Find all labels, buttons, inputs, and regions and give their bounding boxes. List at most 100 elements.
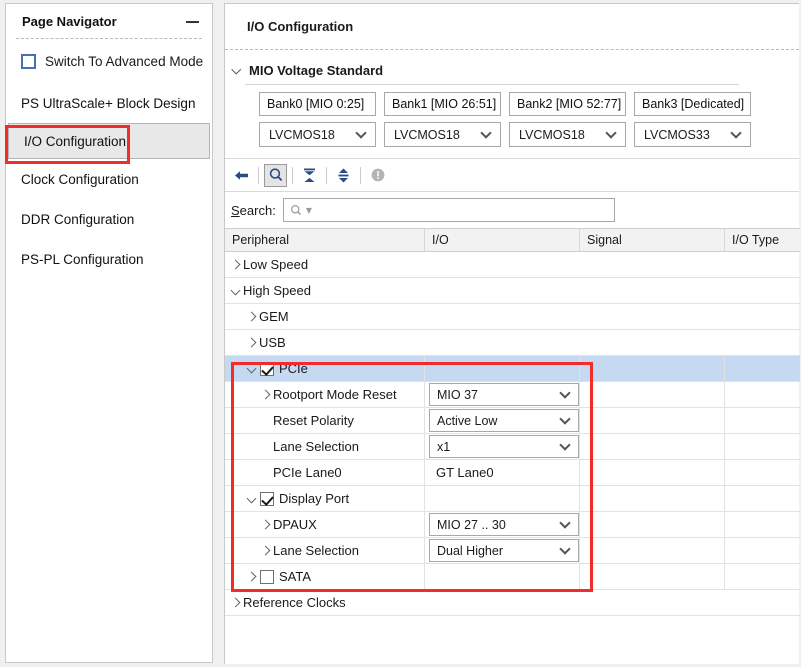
sidebar-item-label: PS-PL Configuration — [21, 251, 144, 267]
mio-voltage-standard-section: MIO Voltage Standard Bank0 [MIO 0:25] Ba… — [225, 50, 799, 147]
pcie-lane-selection-select[interactable]: x1 — [429, 435, 579, 458]
table-row-pcie[interactable]: PCIe — [225, 356, 800, 382]
table-row-dp-lane-selection[interactable]: Lane Selection Dual Higher — [225, 538, 800, 564]
page-navigator-header: Page Navigator — [6, 4, 212, 38]
row-label: High Speed — [243, 283, 311, 298]
select-value: MIO 27 .. 30 — [437, 517, 506, 532]
sidebar-item-clock-configuration[interactable]: Clock Configuration — [6, 159, 212, 199]
chevron-down-icon — [356, 129, 367, 140]
chevron-right-icon[interactable] — [259, 518, 273, 532]
column-header-signal[interactable]: Signal — [580, 229, 725, 251]
sidebar-item-ps-ultrascale-block-design[interactable]: PS UltraScale+ Block Design — [6, 83, 212, 123]
table-row-display-port[interactable]: Display Port — [225, 486, 800, 512]
table-row-pcie-lane-selection[interactable]: Lane Selection x1 — [225, 434, 800, 460]
row-label: Lane Selection — [273, 543, 360, 558]
select-value: MIO 37 — [437, 387, 478, 402]
chevron-right-icon[interactable] — [229, 596, 243, 610]
content-header: I/O Configuration — [225, 4, 799, 49]
chevron-down-icon[interactable] — [229, 284, 243, 298]
chevron-right-icon[interactable] — [229, 258, 243, 272]
switch-to-advanced-mode-row[interactable]: Switch To Advanced Mode — [6, 39, 212, 83]
search-icon — [269, 168, 282, 182]
chevron-down-icon — [606, 129, 617, 140]
bank1-name: Bank1 [MIO 26:51] — [384, 92, 501, 116]
row-iotype-cell — [725, 356, 800, 381]
chevron-down-icon[interactable] — [245, 362, 259, 376]
sidebar-item-label: Clock Configuration — [21, 171, 139, 187]
table-header: Peripheral I/O Signal I/O Type — [225, 228, 800, 252]
row-label: Reference Clocks — [243, 595, 346, 610]
chevron-down-icon[interactable] — [245, 492, 259, 506]
select-value: Active Low — [437, 413, 498, 428]
column-header-peripheral[interactable]: Peripheral — [225, 229, 425, 251]
row-signal-cell — [580, 486, 725, 511]
row-signal-cell — [580, 408, 725, 433]
rootport-mode-reset-select[interactable]: MIO 37 — [429, 383, 579, 406]
table-row-rootport-mode-reset[interactable]: Rootport Mode Reset MIO 37 — [225, 382, 800, 408]
search-toggle-button[interactable] — [264, 163, 287, 187]
table-row-reset-polarity[interactable]: Reset Polarity Active Low — [225, 408, 800, 434]
sidebar-item-ps-pl-configuration[interactable]: PS-PL Configuration — [6, 239, 212, 279]
chevron-right-icon[interactable] — [245, 336, 259, 350]
row-label: SATA — [279, 569, 312, 584]
bank2-voltage-select[interactable]: LVCMOS18 — [509, 122, 626, 147]
minimize-icon[interactable] — [186, 14, 200, 28]
row-io-cell — [425, 564, 580, 589]
table-row[interactable]: Low Speed — [225, 252, 800, 278]
chevron-right-icon[interactable] — [245, 310, 259, 324]
bank2-name: Bank2 [MIO 52:77] — [509, 92, 626, 116]
pcie-lane0-value: GT Lane0 — [436, 465, 494, 480]
table-row[interactable]: GEM — [225, 304, 800, 330]
row-signal-cell — [580, 564, 725, 589]
mio-voltage-standard-header[interactable]: MIO Voltage Standard — [231, 63, 799, 78]
column-header-io[interactable]: I/O — [425, 229, 580, 251]
chevron-right-icon[interactable] — [245, 570, 259, 584]
collapse-all-button[interactable] — [298, 164, 321, 187]
table-row-pcie-lane0[interactable]: PCIe Lane0 GT Lane0 — [225, 460, 800, 486]
dpaux-select[interactable]: MIO 27 .. 30 — [429, 513, 579, 536]
table-row-reference-clocks[interactable]: Reference Clocks — [225, 590, 800, 616]
search-dropdown-caret[interactable]: ▾ — [306, 203, 312, 217]
table-row[interactable]: High Speed — [225, 278, 800, 304]
row-label: GEM — [259, 309, 289, 324]
chevron-right-icon[interactable] — [259, 544, 273, 558]
table-row-dpaux[interactable]: DPAUX MIO 27 .. 30 — [225, 512, 800, 538]
expand-all-button[interactable] — [332, 164, 355, 187]
row-label: PCIe Lane0 — [273, 465, 342, 480]
advanced-mode-checkbox[interactable] — [21, 53, 36, 69]
row-label: Rootport Mode Reset — [273, 387, 397, 402]
bank-name-row: Bank0 [MIO 0:25] Bank1 [MIO 26:51] Bank2… — [259, 92, 799, 116]
toolbar-divider — [360, 166, 361, 184]
chevron-down-icon[interactable] — [231, 65, 243, 77]
row-label: Low Speed — [243, 257, 309, 272]
search-input[interactable]: ▾ — [282, 198, 615, 222]
table-row-sata[interactable]: SATA — [225, 564, 800, 590]
sidebar-item-ddr-configuration[interactable]: DDR Configuration — [6, 199, 212, 239]
chevron-right-icon[interactable] — [259, 388, 273, 402]
peripheral-table: Peripheral I/O Signal I/O Type Low Speed… — [225, 228, 800, 616]
row-label: Lane Selection — [273, 439, 360, 454]
toolbar-divider — [292, 166, 293, 184]
expand-all-icon — [338, 168, 349, 182]
reset-polarity-select[interactable]: Active Low — [429, 409, 579, 432]
bank0-voltage-value: LVCMOS18 — [269, 127, 335, 142]
dp-lane-selection-select[interactable]: Dual Higher — [429, 539, 579, 562]
search-label: Search: — [231, 202, 276, 218]
row-signal-cell — [580, 512, 725, 537]
display-port-checkbox[interactable] — [260, 491, 274, 506]
column-header-io-type[interactable]: I/O Type — [725, 229, 800, 251]
row-io-cell — [425, 356, 580, 381]
sata-checkbox[interactable] — [260, 569, 274, 584]
bank3-voltage-select[interactable]: LVCMOS33 — [634, 122, 751, 147]
bank0-voltage-select[interactable]: LVCMOS18 — [259, 122, 376, 147]
row-signal-cell — [580, 460, 725, 485]
bank-voltage-row: LVCMOS18 LVCMOS18 LVCMOS18 LVCMOS33 — [259, 122, 799, 147]
table-row[interactable]: USB — [225, 330, 800, 356]
bank1-voltage-select[interactable]: LVCMOS18 — [384, 122, 501, 147]
toolbar-divider — [326, 166, 327, 184]
sidebar-item-io-configuration[interactable]: I/O Configuration — [8, 123, 210, 159]
back-arrow-button[interactable] — [230, 164, 253, 187]
sidebar-item-label: I/O Configuration — [24, 133, 127, 149]
toolbar-divider — [258, 166, 259, 184]
pcie-checkbox[interactable] — [260, 361, 274, 376]
